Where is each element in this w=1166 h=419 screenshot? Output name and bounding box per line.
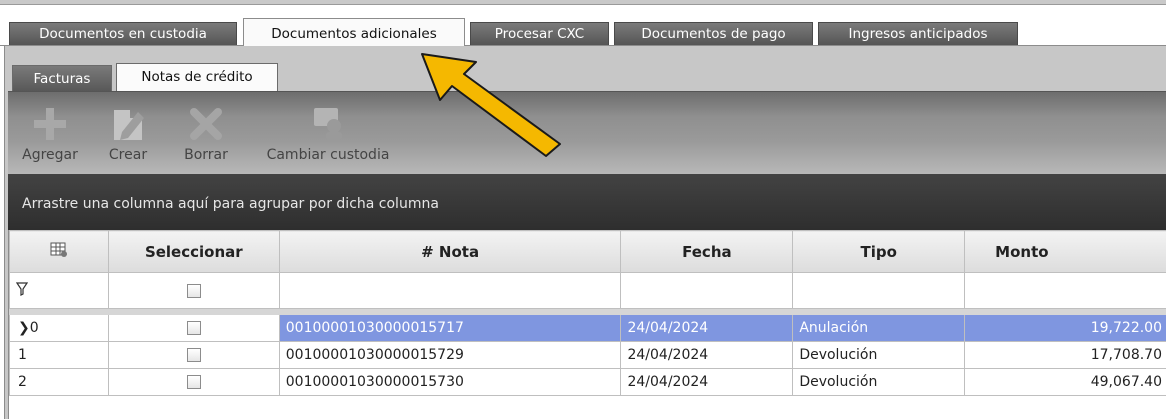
window-top-border bbox=[0, 0, 1166, 5]
row-indicator[interactable]: ❯0 bbox=[9, 314, 109, 342]
tab-ingresos-anticipados[interactable]: Ingresos anticipados bbox=[818, 22, 1018, 45]
filter-icon bbox=[15, 281, 29, 296]
tab-label: Documentos de pago bbox=[641, 26, 786, 42]
crear-button[interactable]: Crear bbox=[100, 92, 156, 174]
nota-cell[interactable]: 00100001030000015730 bbox=[278, 368, 622, 396]
subtab-facturas[interactable]: Facturas bbox=[12, 65, 112, 91]
column-chooser-icon bbox=[50, 242, 67, 257]
tab-label: Documentos adicionales bbox=[271, 26, 437, 42]
row-number: 0 bbox=[29, 320, 39, 336]
filter-nota[interactable] bbox=[278, 272, 622, 309]
row-checkbox[interactable] bbox=[186, 321, 201, 335]
pencil-icon bbox=[114, 110, 144, 140]
fecha-cell[interactable]: 24/04/2024 bbox=[620, 341, 794, 369]
plus-icon bbox=[34, 108, 66, 140]
tipo-cell[interactable]: Devolución bbox=[792, 341, 966, 369]
monto-cell[interactable]: 17,708.70 bbox=[964, 341, 1166, 369]
select-cell[interactable] bbox=[107, 314, 280, 342]
filter-checkbox[interactable] bbox=[186, 283, 201, 298]
custody-icon bbox=[314, 108, 342, 140]
filter-seleccionar[interactable] bbox=[107, 272, 280, 309]
cambiar-custodia-label: Cambiar custodia bbox=[266, 147, 390, 163]
column-chooser[interactable] bbox=[9, 230, 109, 273]
filter-row-head bbox=[9, 272, 109, 309]
tab-label: Procesar CXC bbox=[494, 26, 585, 42]
filter-fecha[interactable] bbox=[620, 272, 794, 309]
table-row[interactable]: ❯0 00100001030000015717 24/04/2024 Anula… bbox=[9, 314, 1166, 342]
fecha-cell[interactable]: 24/04/2024 bbox=[620, 368, 794, 396]
filter-row bbox=[9, 272, 1166, 309]
filter-monto[interactable] bbox=[964, 272, 1166, 309]
crear-label: Crear bbox=[108, 147, 148, 163]
agregar-button[interactable]: Agregar bbox=[8, 92, 92, 174]
row-checkbox[interactable] bbox=[186, 348, 201, 362]
subtab-label: Notas de crédito bbox=[141, 69, 253, 85]
agregar-label: Agregar bbox=[22, 147, 78, 163]
tab-documentos-en-custodia[interactable]: Documentos en custodia bbox=[9, 22, 237, 45]
delete-x-icon bbox=[190, 108, 222, 140]
nota-cell[interactable]: 00100001030000015717 bbox=[278, 314, 622, 342]
group-by-panel[interactable]: Arrastre una columna aquí para agrupar p… bbox=[8, 174, 1166, 230]
monto-cell[interactable]: 19,722.00 bbox=[964, 314, 1166, 342]
col-header-fecha[interactable]: Fecha bbox=[620, 230, 794, 273]
toolbar: Agregar Crear Borrar Cambiar custodia bbox=[8, 91, 1166, 174]
monto-cell[interactable]: 49,067.40 bbox=[964, 368, 1166, 396]
col-header-seleccionar[interactable]: Seleccionar bbox=[107, 230, 280, 273]
group-by-hint: Arrastre una columna aquí para agrupar p… bbox=[22, 196, 439, 212]
row-checkbox[interactable] bbox=[186, 375, 201, 389]
notas-table: Seleccionar # Nota Fecha Tipo Monto ❯0 0… bbox=[9, 230, 1166, 396]
fecha-cell[interactable]: 24/04/2024 bbox=[620, 314, 794, 342]
col-header-monto[interactable]: Monto bbox=[964, 230, 1166, 273]
tipo-cell[interactable]: Devolución bbox=[792, 368, 966, 396]
tab-label: Ingresos anticipados bbox=[848, 26, 988, 42]
tab-procesar-cxc[interactable]: Procesar CXC bbox=[470, 22, 609, 45]
select-cell[interactable] bbox=[107, 368, 280, 396]
subtab-notas-de-credito[interactable]: Notas de crédito bbox=[116, 63, 278, 91]
table-row[interactable]: 2 00100001030000015730 24/04/2024 Devolu… bbox=[9, 368, 1166, 396]
data-grid: Seleccionar # Nota Fecha Tipo Monto ❯0 0… bbox=[8, 230, 1166, 419]
col-header-tipo[interactable]: Tipo bbox=[792, 230, 966, 273]
col-header-nota[interactable]: # Nota bbox=[278, 230, 622, 273]
tab-label: Documentos en custodia bbox=[39, 26, 207, 42]
borrar-label: Borrar bbox=[184, 147, 228, 163]
tipo-cell[interactable]: Anulación bbox=[792, 314, 966, 342]
header-row: Seleccionar # Nota Fecha Tipo Monto bbox=[9, 230, 1166, 273]
borrar-button[interactable]: Borrar bbox=[170, 92, 242, 174]
filter-tipo[interactable] bbox=[792, 272, 966, 309]
table-row[interactable]: 1 00100001030000015729 24/04/2024 Devolu… bbox=[9, 341, 1166, 369]
nota-cell[interactable]: 00100001030000015729 bbox=[278, 341, 622, 369]
cambiar-custodia-button[interactable]: Cambiar custodia bbox=[246, 92, 410, 174]
subtab-label: Facturas bbox=[33, 71, 91, 87]
current-row-chevron-icon: ❯ bbox=[18, 320, 30, 336]
select-cell[interactable] bbox=[107, 341, 280, 369]
tab-documentos-adicionales[interactable]: Documentos adicionales bbox=[243, 18, 465, 46]
row-indicator[interactable]: 1 bbox=[9, 341, 109, 369]
row-indicator[interactable]: 2 bbox=[9, 368, 109, 396]
tab-documentos-de-pago[interactable]: Documentos de pago bbox=[614, 22, 813, 45]
